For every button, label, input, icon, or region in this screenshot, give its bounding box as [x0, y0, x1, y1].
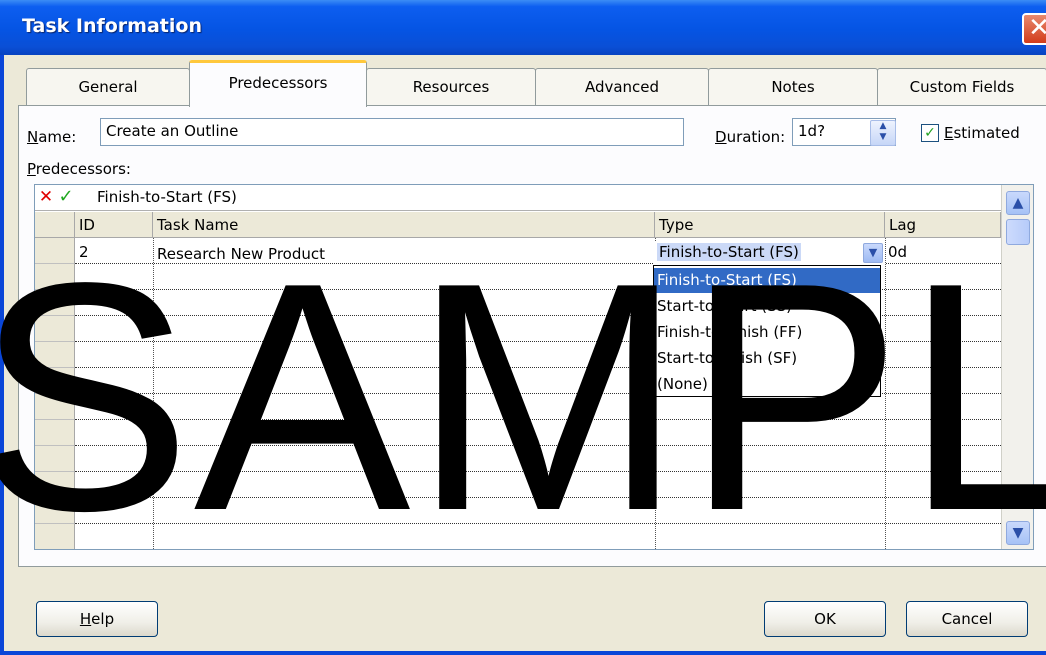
- tab-label: Resources: [412, 78, 490, 96]
- tab-custom-fields[interactable]: Custom Fields: [877, 68, 1046, 106]
- row-header[interactable]: [35, 420, 75, 446]
- duration-label: Duration:: [715, 128, 786, 146]
- cancel-button-label: Cancel: [941, 610, 993, 628]
- chevron-down-icon[interactable]: ▼: [863, 243, 883, 263]
- row-header[interactable]: [35, 524, 75, 549]
- tab-predecessors[interactable]: Predecessors: [189, 60, 367, 107]
- row-header[interactable]: [35, 394, 75, 420]
- row-header[interactable]: [35, 316, 75, 342]
- row-header[interactable]: [35, 238, 75, 264]
- tab-notes[interactable]: Notes: [708, 68, 878, 106]
- ok-button[interactable]: OK: [764, 601, 886, 637]
- ok-button-label: OK: [814, 610, 836, 628]
- row-line: [75, 445, 1001, 446]
- tab-label: Custom Fields: [909, 78, 1015, 96]
- cell-id[interactable]: 2: [79, 243, 89, 261]
- row-line: [75, 471, 1001, 472]
- row-line: [75, 523, 1001, 524]
- name-input[interactable]: Create an Outline: [100, 118, 684, 146]
- tab-label: Advanced: [584, 78, 660, 96]
- scroll-down-icon[interactable]: ▼: [1006, 521, 1030, 545]
- type-option[interactable]: Start-to-Start (SS): [654, 294, 880, 319]
- task-information-dialog: Task Information ✕ General Predecessors …: [0, 0, 1046, 655]
- entry-bar-value[interactable]: Finish-to-Start (FS): [97, 188, 237, 206]
- scroll-up-icon[interactable]: ▲: [1006, 191, 1030, 215]
- column-divider: [885, 238, 886, 549]
- row-header[interactable]: [35, 472, 75, 498]
- help-button-label: Help: [79, 610, 115, 628]
- title-bar[interactable]: Task Information ✕: [0, 0, 1046, 55]
- tab-advanced[interactable]: Advanced: [535, 68, 709, 106]
- dialog-title: Task Information: [22, 15, 202, 37]
- cell-lag[interactable]: 0d: [888, 243, 907, 261]
- predecessors-label: Predecessors:: [27, 160, 131, 178]
- predecessors-grid: ✕ ✓ Finish-to-Start (FS) ID Task Name Ty…: [34, 184, 1034, 550]
- cell-task-name[interactable]: Research New Product: [157, 245, 325, 263]
- row-header[interactable]: [35, 368, 75, 394]
- type-combobox[interactable]: Finish-to-Start (FS) ▼: [653, 241, 885, 265]
- row-line: [75, 419, 1001, 420]
- entry-bar: ✕ ✓ Finish-to-Start (FS): [35, 185, 1001, 211]
- column-header-lag[interactable]: Lag: [885, 212, 1001, 238]
- x-icon[interactable]: ✕: [37, 188, 55, 206]
- tab-label: Notes: [771, 78, 815, 96]
- row-header[interactable]: [35, 264, 75, 290]
- estimated-label: Estimated: [944, 124, 1020, 142]
- tab-general[interactable]: General: [26, 68, 190, 106]
- type-option[interactable]: (None): [654, 372, 880, 397]
- type-option[interactable]: Finish-to-Start (FS): [654, 268, 880, 293]
- tab-resources[interactable]: Resources: [366, 68, 536, 106]
- estimated-checkbox[interactable]: ✓: [921, 124, 939, 142]
- type-combobox-value: Finish-to-Start (FS): [657, 243, 801, 261]
- row-line: [75, 549, 1001, 550]
- row-line: [75, 497, 1001, 498]
- row-header[interactable]: [35, 498, 75, 524]
- column-header-type[interactable]: Type: [655, 212, 885, 238]
- name-label: Name:: [27, 128, 77, 146]
- help-button[interactable]: Help: [36, 601, 158, 637]
- vertical-scrollbar[interactable]: ▲ ▼: [1001, 185, 1033, 549]
- column-divider: [153, 238, 154, 549]
- duration-value: 1d?: [798, 122, 826, 140]
- row-header[interactable]: [35, 290, 75, 316]
- duration-spinner[interactable]: ▲ ▼: [870, 120, 896, 146]
- check-icon[interactable]: ✓: [57, 188, 75, 206]
- scroll-thumb[interactable]: [1006, 219, 1030, 245]
- row-header[interactable]: [35, 446, 75, 472]
- row-header[interactable]: [35, 342, 75, 368]
- type-option[interactable]: Start-to-Finish (SF): [654, 346, 880, 371]
- close-icon[interactable]: ✕: [1022, 13, 1046, 45]
- column-header-id[interactable]: ID: [75, 212, 153, 238]
- column-header-task-name[interactable]: Task Name: [153, 212, 655, 238]
- tab-label: Predecessors: [228, 74, 328, 92]
- type-dropdown-list: Finish-to-Start (FS) Start-to-Start (SS)…: [653, 265, 881, 397]
- corner-header: [35, 212, 75, 238]
- type-option[interactable]: Finish-to-Finish (FF): [654, 320, 880, 345]
- cancel-button[interactable]: Cancel: [906, 601, 1028, 637]
- tab-label: General: [78, 78, 138, 96]
